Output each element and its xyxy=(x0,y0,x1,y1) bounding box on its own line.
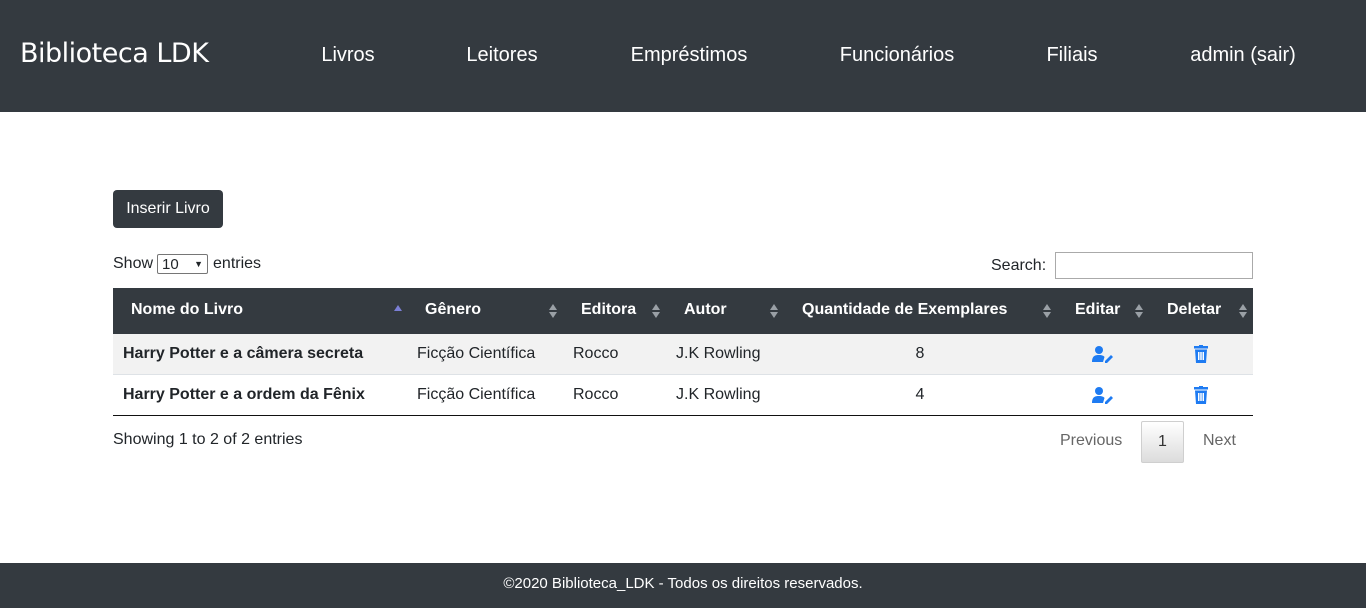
column-header-editora[interactable]: Editora xyxy=(581,288,636,334)
cell-quantidade: 4 xyxy=(915,386,925,403)
nav-link-livros[interactable]: Livros xyxy=(321,44,374,67)
nav-link-logout[interactable]: admin (sair) xyxy=(1190,44,1296,67)
nav-link-funcionarios[interactable]: Funcionários xyxy=(840,44,955,67)
cell-editora: Rocco xyxy=(573,345,619,362)
table-info: Showing 1 to 2 of 2 entries xyxy=(113,431,303,448)
cell-autor: J.K Rowling xyxy=(676,386,761,403)
sort-asc-icon xyxy=(394,305,402,311)
entries-select-value: 10 xyxy=(162,255,179,273)
column-header-nome[interactable]: Nome do Livro xyxy=(131,288,243,334)
navbar: Biblioteca LDK Livros Leitores Empréstim… xyxy=(0,0,1366,112)
column-header-editar[interactable]: Editar xyxy=(1075,288,1120,334)
nav-link-leitores[interactable]: Leitores xyxy=(466,44,537,67)
search-label: Search: xyxy=(991,256,1047,274)
table-header: Nome do Livro Gênero Editora Autor Quant… xyxy=(113,288,1253,334)
nav-link-emprestimos[interactable]: Empréstimos xyxy=(631,44,748,67)
sort-icon xyxy=(1134,302,1144,320)
dropdown-arrow-icon: ▼ xyxy=(194,259,204,269)
sort-icon xyxy=(769,302,779,320)
user-edit-icon[interactable] xyxy=(1092,386,1114,404)
trash-icon[interactable] xyxy=(1190,386,1212,404)
search-input[interactable] xyxy=(1055,252,1254,279)
brand-logo[interactable]: Biblioteca LDK xyxy=(20,38,209,69)
pagination-page-1[interactable]: 1 xyxy=(1141,421,1184,463)
cell-quantidade: 8 xyxy=(915,345,925,362)
table-row: Harry Potter e a câmera secreta Ficção C… xyxy=(113,334,1253,375)
user-edit-icon[interactable] xyxy=(1092,345,1114,363)
column-header-autor[interactable]: Autor xyxy=(684,288,727,334)
entries-select[interactable]: 10 ▼ xyxy=(157,254,209,274)
entries-label: entries xyxy=(213,255,262,272)
show-label: Show xyxy=(113,255,154,272)
cell-genero: Ficção Científica xyxy=(417,345,536,362)
pagination-next[interactable]: Next xyxy=(1203,432,1236,450)
cell-genero: Ficção Científica xyxy=(417,386,536,403)
table-row: Harry Potter e a ordem da Fênix Ficção C… xyxy=(113,375,1253,416)
pagination-previous[interactable]: Previous xyxy=(1060,432,1122,450)
nav-link-filiais[interactable]: Filiais xyxy=(1046,44,1097,67)
sort-icon xyxy=(548,302,558,320)
column-header-genero[interactable]: Gênero xyxy=(425,288,481,334)
entries-length-control: Show 10 ▼ entries xyxy=(113,254,261,274)
trash-icon[interactable] xyxy=(1190,345,1212,363)
sort-icon xyxy=(1042,302,1052,320)
cell-autor: J.K Rowling xyxy=(676,345,761,362)
search-control: Search: xyxy=(991,252,1254,279)
insert-book-button[interactable]: Inserir Livro xyxy=(113,190,223,228)
cell-nome: Harry Potter e a câmera secreta xyxy=(123,345,364,362)
column-header-quantidade[interactable]: Quantidade de Exemplares xyxy=(802,288,1007,334)
cell-editora: Rocco xyxy=(573,386,619,403)
cell-nome: Harry Potter e a ordem da Fênix xyxy=(123,386,365,403)
column-header-deletar[interactable]: Deletar xyxy=(1167,288,1221,334)
sort-icon xyxy=(1238,302,1248,320)
footer: ©2020 Biblioteca_LDK - Todos os direitos… xyxy=(0,563,1366,608)
sort-icon xyxy=(651,302,661,320)
